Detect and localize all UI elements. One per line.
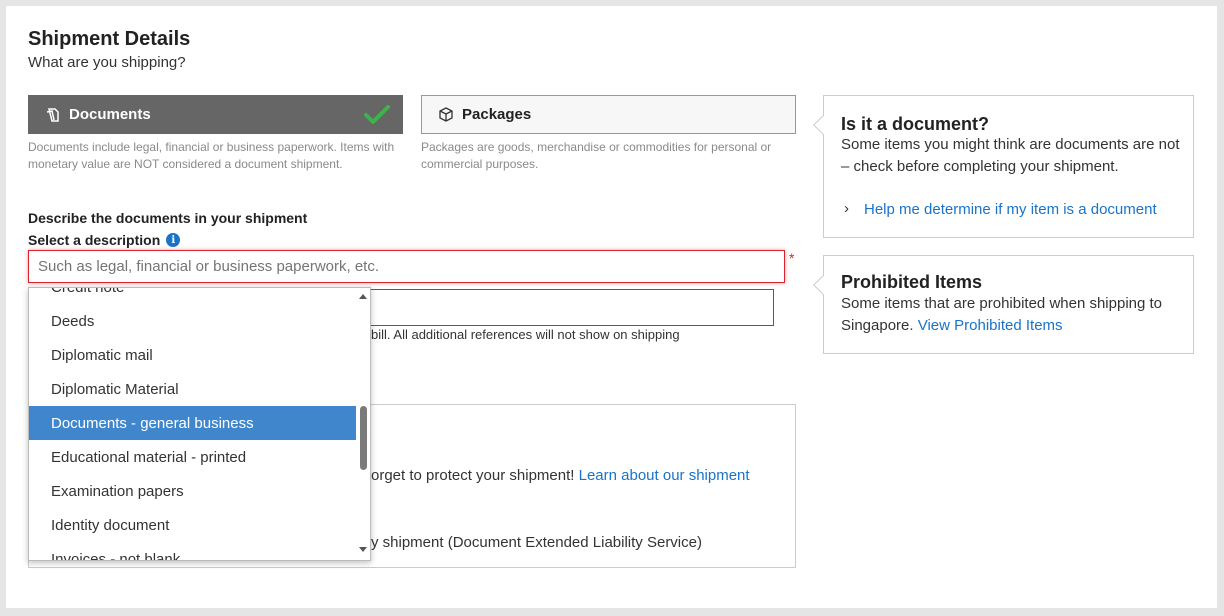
dropdown-option[interactable]: Identity document xyxy=(29,508,357,542)
prohibited-items-text: Some items that are prohibited when ship… xyxy=(841,293,1181,337)
reference-note: bill. All additional references will not… xyxy=(371,327,680,342)
prohibited-items-box: Prohibited Items Some items that are pro… xyxy=(813,255,1194,354)
required-mark: * xyxy=(789,250,795,266)
dropdown-option[interactable]: Diplomatic Material xyxy=(29,372,357,406)
documents-type-label: Documents xyxy=(69,106,151,123)
info-icon[interactable]: i xyxy=(166,233,181,247)
document-icon xyxy=(45,107,61,123)
checkmark-icon xyxy=(364,104,390,126)
protection-text-prefix: orget to protect your shipment! xyxy=(371,467,575,484)
dropdown-scrollbar[interactable] xyxy=(356,288,370,560)
documents-type-button[interactable]: Documents xyxy=(28,95,403,134)
dropdown-option[interactable]: Deeds xyxy=(29,304,357,338)
description-dropdown[interactable]: Credit note Deeds Diplomatic mail Diplomati… xyxy=(28,287,371,561)
view-prohibited-items-link[interactable]: View Prohibited Items xyxy=(918,317,1063,334)
protection-text: orget to protect your shipment! Learn ab… xyxy=(371,467,750,484)
dropdown-option[interactable]: Diplomatic mail xyxy=(29,338,357,372)
chevron-right-icon: › xyxy=(844,200,849,217)
dropdown-list: Credit note Deeds Diplomatic mail Diplomati… xyxy=(29,288,357,561)
package-icon xyxy=(438,106,454,123)
scroll-down-arrow-icon[interactable] xyxy=(359,547,367,552)
prohibited-items-title: Prohibited Items xyxy=(841,272,983,292)
select-description-text: Select a description xyxy=(28,232,161,248)
dropdown-option[interactable]: Invoices - not blank xyxy=(29,542,357,561)
is-it-document-text: Some items you might think are documents… xyxy=(841,136,1180,175)
dropdown-option[interactable]: Documents - general business xyxy=(29,406,357,440)
shipment-protection-link[interactable]: Learn about our shipment xyxy=(579,467,750,484)
packages-type-button[interactable]: Packages xyxy=(421,95,796,134)
scroll-thumb[interactable] xyxy=(360,406,367,470)
packages-type-label: Packages xyxy=(462,106,532,123)
dropdown-option[interactable]: Educational material - printed xyxy=(29,440,357,474)
description-search-input[interactable] xyxy=(28,250,785,283)
protection-option-text: y shipment (Document Extended Liability … xyxy=(371,534,702,551)
page-title: Shipment Details xyxy=(28,28,191,50)
dropdown-option[interactable]: Credit note xyxy=(29,288,357,304)
describe-documents-heading: Describe the documents in your shipment xyxy=(28,210,308,226)
documents-type-description: Documents include legal, financial or bu… xyxy=(28,140,395,171)
select-description-label: Select a description i xyxy=(28,232,181,248)
is-it-document-box: Is it a document? Some items you might t… xyxy=(813,95,1194,238)
determine-document-link[interactable]: Help me determine if my item is a docume… xyxy=(864,199,1204,221)
packages-type-description: Packages are goods, merchandise or commo… xyxy=(421,140,772,171)
dropdown-option[interactable]: Examination papers xyxy=(29,474,357,508)
shipment-details-panel: Shipment Details What are you shipping? … xyxy=(6,6,1217,608)
page-subtitle: What are you shipping? xyxy=(28,54,186,71)
is-it-document-title: Is it a document? xyxy=(841,114,990,134)
scroll-up-arrow-icon[interactable] xyxy=(359,294,367,299)
